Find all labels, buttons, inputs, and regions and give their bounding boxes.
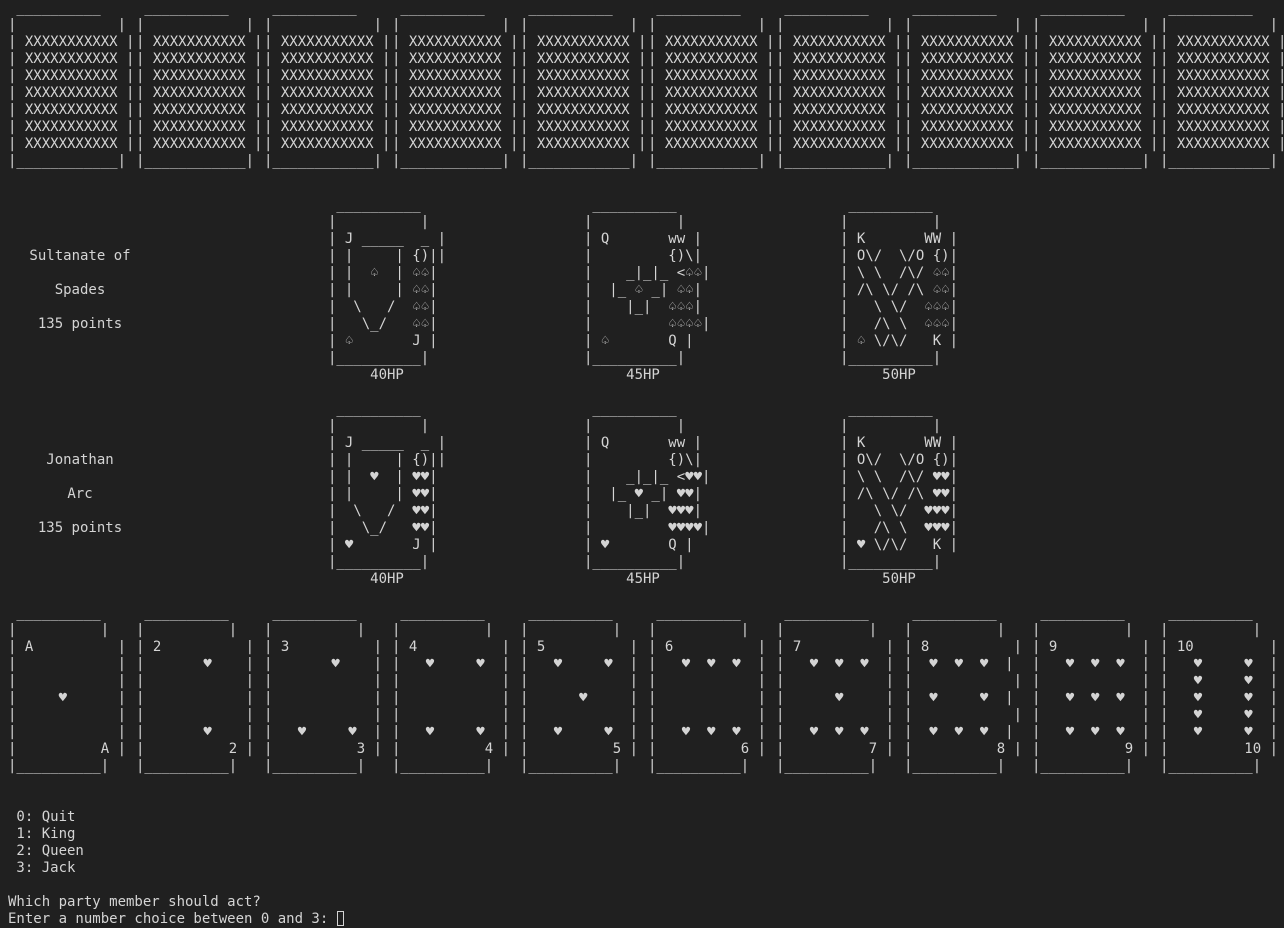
hp-label: 40HP xyxy=(370,571,404,587)
menu-option-jack[interactable]: 3: Jack xyxy=(8,860,84,877)
hp-label: 40HP xyxy=(370,367,404,383)
face-down-card: __________ | | | XXXXXXXXXXX | | XXXXXXX… xyxy=(136,0,263,169)
hand-card-7[interactable]: __________ | | | 7 | | ♥ ♥ ♥ | | | | ♥ |… xyxy=(776,605,894,775)
input-line[interactable]: Enter a number choice between 0 and 3: xyxy=(8,911,344,928)
player-points: 135 points xyxy=(37,520,123,536)
card-art: __________ | | | K WW | | O\/ \/O {)| | … xyxy=(840,197,959,366)
prompt-area: Which party member should act? Enter a n… xyxy=(8,894,344,928)
card-art: __________ | | | J _____ _ | | | | {)|| … xyxy=(328,401,447,570)
enemy-queen-card: __________ | | | Q ww | | {)\| | _|_|_ <… xyxy=(584,197,711,384)
hand-card-ace[interactable]: __________ | | | A | | | | | | ♥ | | | |… xyxy=(8,605,126,775)
hp-label: 50HP xyxy=(882,571,916,587)
card-art: __________ | | | Q ww | | {)\| | _|_|_ <… xyxy=(584,401,711,570)
player-jack-card[interactable]: __________ | | | J _____ _ | | | | {)|| … xyxy=(328,401,446,588)
enemy-points: 135 points xyxy=(37,316,123,332)
hand-card-9[interactable]: __________ | | | 9 | | ♥ ♥ ♥ | | | | ♥ ♥… xyxy=(1032,605,1150,775)
hand-card-6[interactable]: __________ | | | 6 | | ♥ ♥ ♥ | | | | | |… xyxy=(648,605,766,775)
player-name-line1: Jonathan xyxy=(46,452,114,468)
player-queen-card[interactable]: __________ | | | Q ww | | {)\| | _|_|_ <… xyxy=(584,401,711,588)
menu-option-queen[interactable]: 2: Queen xyxy=(8,843,83,860)
hp-label: 50HP xyxy=(882,367,916,383)
hand-card-2[interactable]: __________ | | | 2 | | ♥ | | | | | | | |… xyxy=(136,605,254,775)
enemy-name-line2: Spades xyxy=(54,282,106,298)
card-art: __________ | | | Q ww | | {)\| | _|_|_ <… xyxy=(584,197,711,366)
player-king-card[interactable]: __________ | | | K WW | | O\/ \/O {)| | … xyxy=(840,401,958,588)
enemy-party-info: Sultanate of Spades 135 points xyxy=(0,248,160,333)
hand-card-3[interactable]: __________ | | | 3 | | ♥ | | | | | | | |… xyxy=(264,605,382,775)
face-down-card: __________ | | | XXXXXXXXXXX | | XXXXXXX… xyxy=(520,0,647,169)
enemy-jack-card: __________ | | | J _____ _ | | | | {)|| … xyxy=(328,197,446,384)
prompt-text: Enter a number choice between 0 and 3: xyxy=(8,911,337,927)
player-party-info: Jonathan Arc 135 points xyxy=(0,452,160,537)
face-down-card: __________ | | | XXXXXXXXXXX | | XXXXXXX… xyxy=(776,0,903,169)
menu-option-king[interactable]: 1: King xyxy=(8,826,84,843)
hand-card-5[interactable]: __________ | | | 5 | | ♥ ♥ | | | | ♥ | |… xyxy=(520,605,638,775)
hp-label: 45HP xyxy=(626,367,660,383)
card-art: __________ | | | K WW | | O\/ \/O {)| | … xyxy=(840,401,959,570)
face-down-card: __________ | | | XXXXXXXXXXX | | XXXXXXX… xyxy=(264,0,391,169)
face-down-card: __________ | | | XXXXXXXXXXX | | XXXXXXX… xyxy=(648,0,775,169)
menu-option-quit[interactable]: 0: Quit xyxy=(8,809,84,826)
text-cursor[interactable] xyxy=(336,911,344,926)
face-down-card: __________ | | | XXXXXXXXXXX | | XXXXXXX… xyxy=(1160,0,1284,169)
question-text: Which party member should act? xyxy=(8,894,261,910)
hp-label: 45HP xyxy=(626,571,660,587)
face-down-card: __________ | | | XXXXXXXXXXX | | XXXXXXX… xyxy=(904,0,1031,169)
player-name-line2: Arc xyxy=(67,486,93,502)
enemy-king-card: __________ | | | K WW | | O\/ \/O {)| | … xyxy=(840,197,958,384)
face-down-card: __________ | | | XXXXXXXXXXX | | XXXXXXX… xyxy=(392,0,519,169)
hand-card-10[interactable]: __________ | | | 10 | | ♥ ♥ | | ♥ ♥ | | … xyxy=(1160,605,1278,775)
enemy-name-line1: Sultanate of xyxy=(29,248,131,264)
card-art: __________ | | | J _____ _ | | | | {)|| … xyxy=(328,197,447,366)
face-down-card: __________ | | | XXXXXXXXXXX | | XXXXXXX… xyxy=(1032,0,1159,169)
face-down-card: __________ | | | XXXXXXXXXXX | | XXXXXXX… xyxy=(8,0,135,169)
action-menu: 0: Quit 1: King 2: Queen 3: Jack xyxy=(8,809,84,877)
hand-card-8[interactable]: __________ | | | 8 | | ♥ ♥ ♥ | | | | ♥ ♥… xyxy=(904,605,1022,775)
hand-card-4[interactable]: __________ | | | 4 | | ♥ ♥ | | | | | | |… xyxy=(392,605,510,775)
